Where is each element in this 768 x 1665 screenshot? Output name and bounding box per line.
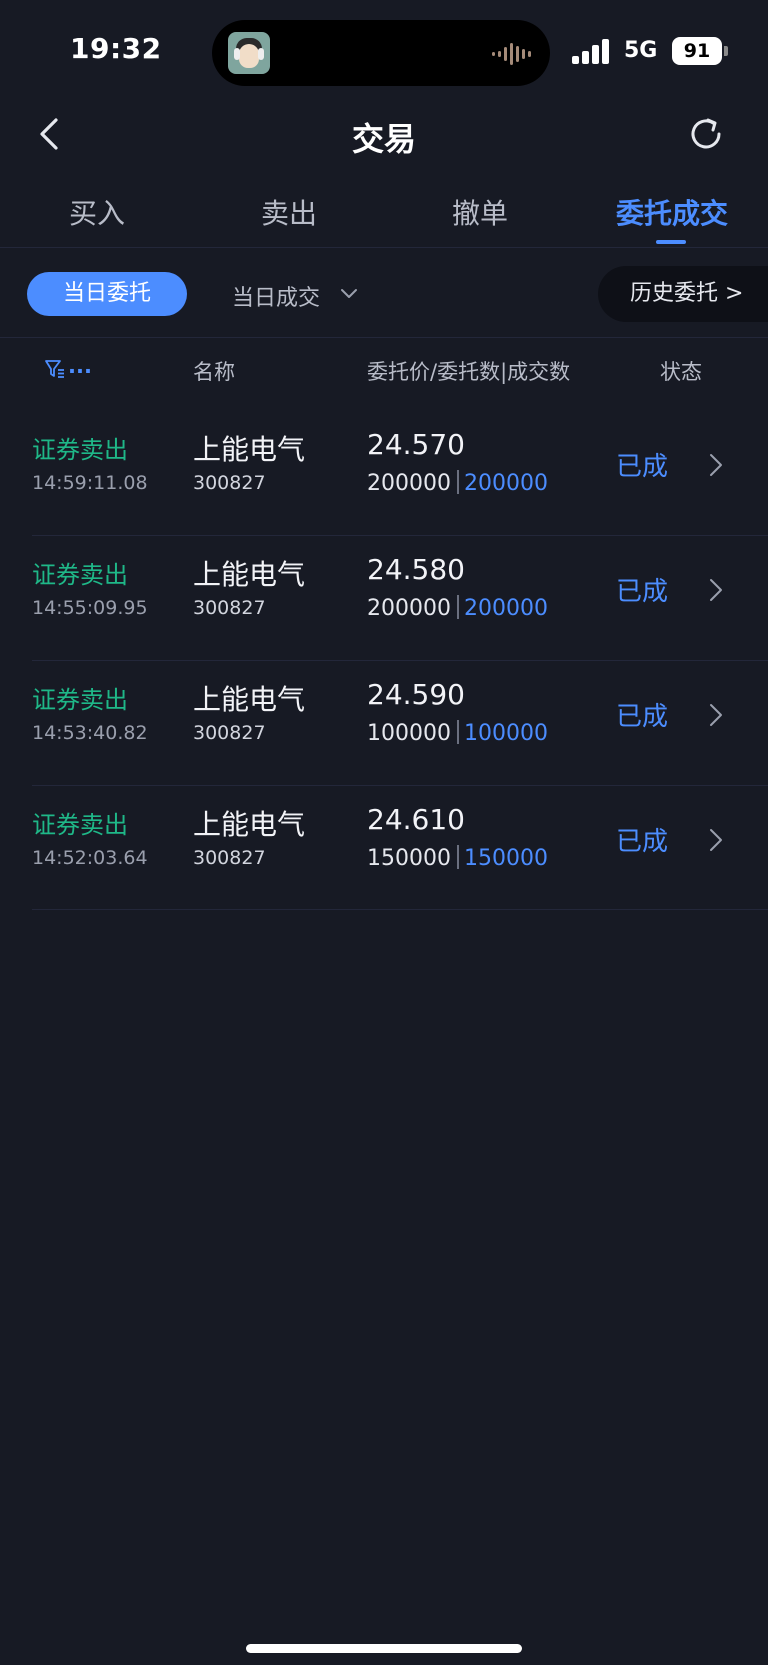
chevron-right-icon[interactable] — [706, 825, 726, 855]
stock-code: 300827 — [193, 722, 266, 744]
order-side: 证券卖出 — [32, 811, 128, 839]
deal-qty: 200000 — [463, 471, 548, 496]
header-name: 名称 — [193, 360, 235, 384]
stock-name: 上能电气 — [193, 433, 306, 466]
stock-name: 上能电气 — [193, 808, 306, 841]
order-price: 24.580 — [367, 553, 465, 586]
table-row[interactable]: 证券卖出 14:59:11.08 上能电气 300827 24.570 2000… — [0, 410, 768, 535]
today-deals-dropdown[interactable]: 当日成交 — [232, 280, 320, 312]
stock-code: 300827 — [193, 472, 266, 494]
order-price: 24.570 — [367, 428, 465, 461]
chevron-right-icon[interactable] — [706, 450, 726, 480]
filter-icon[interactable] — [44, 358, 66, 380]
order-status: 已成 — [616, 702, 669, 732]
order-time: 14:55:09.95 — [32, 597, 148, 619]
status-time: 19:32 — [70, 32, 162, 65]
nav-bar: 交易 — [0, 100, 768, 170]
order-qty: 200000 — [367, 596, 451, 621]
chevron-down-icon[interactable] — [338, 282, 360, 304]
order-price: 24.590 — [367, 678, 465, 711]
tab-sell[interactable]: 卖出 — [261, 192, 317, 232]
refresh-icon[interactable] — [686, 114, 726, 154]
filter-more[interactable]: ... — [68, 354, 92, 378]
order-side: 证券卖出 — [32, 561, 128, 589]
audio-wave-icon — [492, 42, 532, 66]
avatar — [228, 32, 270, 74]
order-time: 14:52:03.64 — [32, 847, 148, 869]
today-orders-button[interactable]: 当日委托 — [27, 272, 187, 316]
history-orders-button[interactable]: 历史委托 > — [598, 266, 768, 322]
deal-qty: 150000 — [463, 846, 548, 871]
stock-code: 300827 — [193, 597, 266, 619]
header-status: 状态 — [660, 360, 702, 384]
table-row[interactable]: 证券卖出 14:55:09.95 上能电气 300827 24.580 2000… — [0, 535, 768, 660]
page-title: 交易 — [351, 120, 416, 158]
order-time: 14:59:11.08 — [32, 472, 148, 494]
order-qty: 100000 — [367, 721, 451, 746]
deal-qty: 200000 — [463, 596, 548, 621]
table-row[interactable]: 证券卖出 14:53:40.82 上能电气 300827 24.590 1000… — [0, 660, 768, 785]
home-indicator[interactable] — [246, 1644, 522, 1653]
tab-active-indicator — [656, 240, 686, 244]
order-status: 已成 — [616, 827, 669, 857]
tab-orders-deals[interactable]: 委托成交 — [616, 192, 728, 232]
chevron-right-icon[interactable] — [706, 575, 726, 605]
order-status: 已成 — [616, 577, 669, 607]
order-side: 证券卖出 — [32, 436, 128, 464]
chevron-right-icon[interactable] — [706, 700, 726, 730]
network-type: 5G — [624, 38, 658, 63]
order-time: 14:53:40.82 — [32, 722, 148, 744]
order-side: 证券卖出 — [32, 686, 128, 714]
deal-qty: 100000 — [463, 721, 548, 746]
order-list: 证券卖出 14:59:11.08 上能电气 300827 24.570 2000… — [0, 410, 768, 910]
stock-name: 上能电气 — [193, 558, 306, 591]
signal-icon — [572, 38, 612, 64]
dynamic-island[interactable] — [212, 20, 550, 86]
stock-code: 300827 — [193, 847, 266, 869]
header-price-qty: 委托价/委托数|成交数 — [367, 360, 571, 384]
trade-tabs: 买入 卖出 撤单 委托成交 — [0, 182, 768, 248]
table-header: ... 名称 委托价/委托数|成交数 状态 — [0, 354, 768, 390]
tab-cancel[interactable]: 撤单 — [452, 192, 508, 232]
order-price: 24.610 — [367, 803, 465, 836]
order-qty: 150000 — [367, 846, 451, 871]
order-filters: 当日委托 当日成交 历史委托 > — [0, 258, 768, 338]
battery-tip — [724, 46, 728, 56]
tab-buy[interactable]: 买入 — [69, 192, 125, 232]
order-qty: 200000 — [367, 471, 451, 496]
status-bar: 19:32 5G 91 — [0, 0, 768, 100]
table-row[interactable]: 证券卖出 14:52:03.64 上能电气 300827 24.610 1500… — [0, 785, 768, 910]
battery-icon: 91 — [672, 37, 722, 65]
stock-name: 上能电气 — [193, 683, 306, 716]
order-status: 已成 — [616, 452, 669, 482]
